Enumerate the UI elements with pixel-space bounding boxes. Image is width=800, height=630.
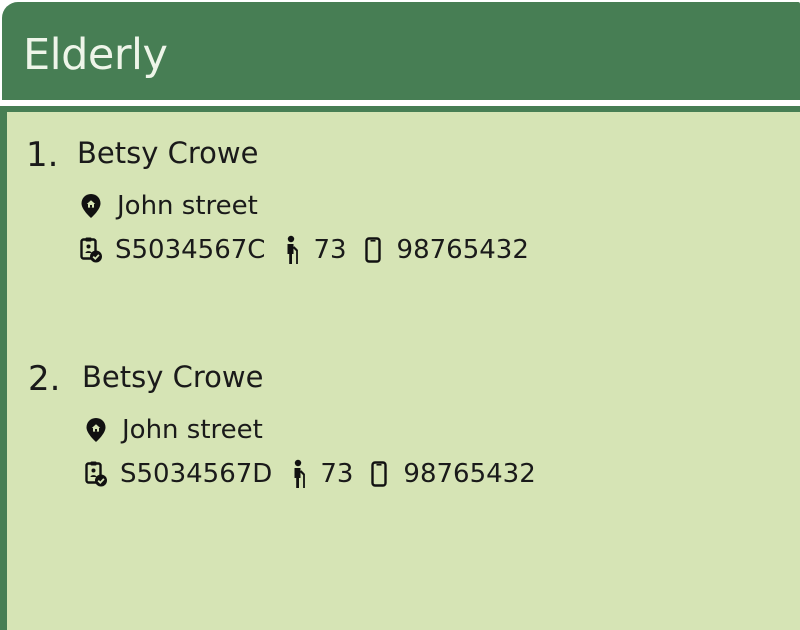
elderly-person-cane-icon: [281, 235, 305, 265]
elderly-phone: 98765432: [396, 235, 529, 265]
elderly-phone: 98765432: [403, 459, 536, 489]
address-row: John street: [84, 414, 263, 446]
list-item-index: 1.: [26, 135, 59, 175]
list-item-index: 2.: [28, 359, 61, 399]
elderly-panel: Elderly 1. Betsy Crowe John street S5034…: [0, 0, 800, 630]
elderly-age: 73: [313, 235, 347, 265]
details-row: S5034567C 73 98765432: [79, 234, 529, 266]
home-location-pin-icon: [79, 191, 103, 221]
panel-header: Elderly: [2, 2, 800, 100]
id-badge-check-icon: [79, 235, 103, 265]
elderly-nric: S5034567D: [120, 459, 273, 489]
mobile-phone-icon: [367, 459, 391, 489]
list-item[interactable]: 2. Betsy Crowe John street S5034567D 73 …: [7, 336, 767, 536]
elderly-name: Betsy Crowe: [82, 360, 264, 394]
elderly-person-cane-icon: [288, 459, 312, 489]
elderly-list[interactable]: 1. Betsy Crowe John street S5034567C 73 …: [0, 106, 800, 630]
mobile-phone-icon: [361, 235, 385, 265]
address-row: John street: [79, 190, 258, 222]
elderly-address: John street: [117, 191, 258, 221]
panel-title: Elderly: [23, 30, 168, 80]
home-location-pin-icon: [84, 415, 108, 445]
list-item[interactable]: 1. Betsy Crowe John street S5034567C 73 …: [7, 112, 767, 312]
id-badge-check-icon: [84, 459, 108, 489]
elderly-age: 73: [320, 459, 354, 489]
elderly-nric: S5034567C: [115, 235, 266, 265]
elderly-address: John street: [122, 415, 263, 445]
details-row: S5034567D 73 98765432: [84, 458, 536, 490]
elderly-name: Betsy Crowe: [77, 136, 259, 170]
